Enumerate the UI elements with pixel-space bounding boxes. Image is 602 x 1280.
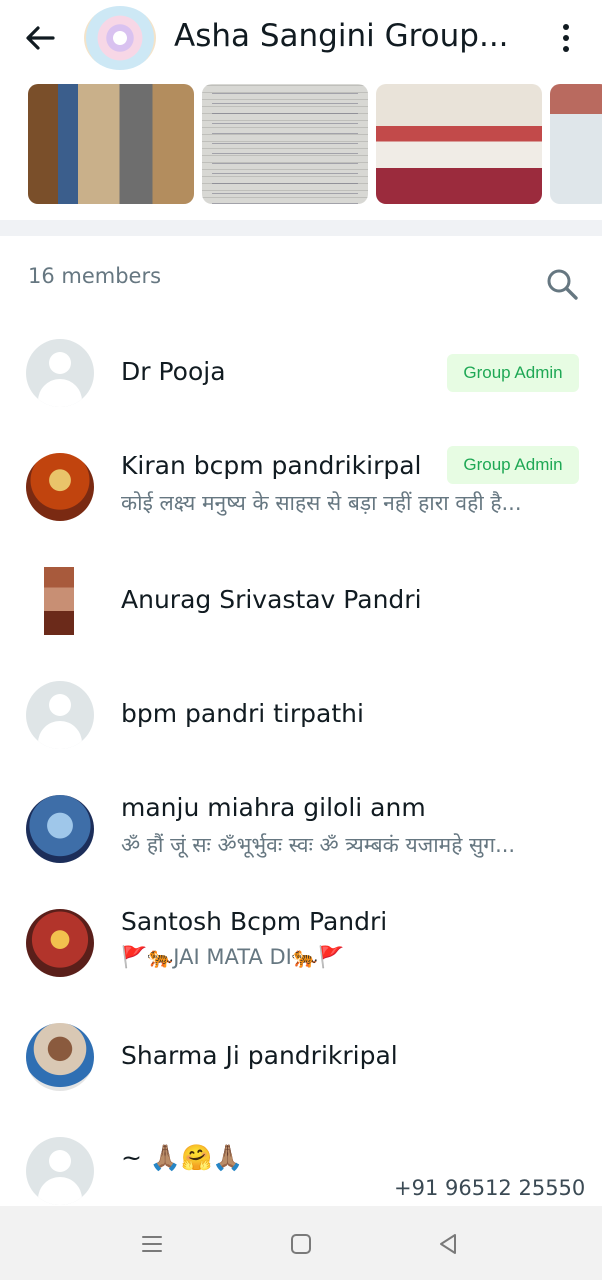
back-button[interactable] [18, 18, 62, 58]
avatar [26, 1137, 94, 1205]
media-thumbnail[interactable] [550, 84, 602, 204]
avatar [26, 909, 94, 977]
avatar [26, 795, 94, 863]
member-row[interactable]: Kiran bcpm pandrikirpal Group Admin कोई … [0, 431, 602, 541]
member-row[interactable]: bpm pandri tirpathi [0, 659, 602, 769]
search-icon [547, 269, 578, 300]
home-button[interactable] [283, 1226, 319, 1262]
member-row[interactable]: Sharma Ji pandrikripal [0, 1001, 602, 1111]
member-name: Santosh Bcpm Pandri [121, 907, 388, 936]
member-name: Anurag Srivastav Pandri [121, 585, 422, 614]
member-row[interactable]: Dr Pooja Group Admin [0, 317, 602, 427]
section-divider [0, 220, 602, 236]
more-vertical-icon [563, 24, 569, 30]
system-navigation-bar [0, 1206, 602, 1280]
member-name: bpm pandri tirpathi [121, 699, 364, 728]
group-avatar[interactable] [84, 6, 156, 70]
media-thumbnail[interactable] [28, 84, 194, 204]
members-count: 16 members [28, 264, 162, 288]
avatar [26, 453, 94, 521]
more-options-button[interactable] [546, 18, 586, 58]
group-admin-badge: Group Admin [447, 354, 579, 392]
group-title[interactable]: Asha Sangini Group... [174, 18, 526, 54]
back-triangle-icon [440, 1234, 456, 1254]
media-thumbnail[interactable] [202, 84, 368, 204]
avatar [26, 1023, 94, 1091]
member-row[interactable]: manju miahra giloli anm ॐ हौं जूं सः ॐभू… [0, 773, 602, 883]
recent-apps-button[interactable] [134, 1226, 170, 1262]
media-strip [0, 82, 602, 206]
member-name: ~ 🙏🏽🤗🙏🏽 [121, 1143, 244, 1172]
member-row[interactable]: Santosh Bcpm Pandri 🚩🐅JAI MATA DI🐅🚩 [0, 887, 602, 997]
home-icon [291, 1234, 311, 1254]
member-phone-number: +91 96512 25550 [394, 1176, 586, 1200]
avatar [26, 681, 94, 749]
recent-apps-icon [142, 1236, 162, 1252]
member-name: Sharma Ji pandrikripal [121, 1041, 398, 1070]
arrow-left-icon [26, 26, 55, 50]
app-bar: Asha Sangini Group... [0, 0, 602, 78]
member-name: manju miahra giloli anm [121, 793, 426, 822]
member-about: 🚩🐅JAI MATA DI🐅🚩 [121, 945, 345, 969]
member-row[interactable]: Anurag Srivastav Pandri [0, 545, 602, 655]
media-thumbnail[interactable] [376, 84, 542, 204]
member-about: कोई लक्ष्य मनुष्य के साहस से बड़ा नहीं ह… [121, 491, 522, 515]
member-name: Dr Pooja [121, 357, 226, 386]
system-back-button[interactable] [430, 1226, 466, 1262]
avatar [44, 567, 74, 635]
avatar [26, 339, 94, 407]
search-members-button[interactable] [544, 266, 580, 302]
group-admin-badge: Group Admin [447, 446, 579, 484]
member-about: ॐ हौं जूं सः ॐभूर्भुवः स्वः ॐ त्र्यम्बकं… [121, 833, 516, 857]
member-name: Kiran bcpm pandrikirpal [121, 451, 422, 480]
